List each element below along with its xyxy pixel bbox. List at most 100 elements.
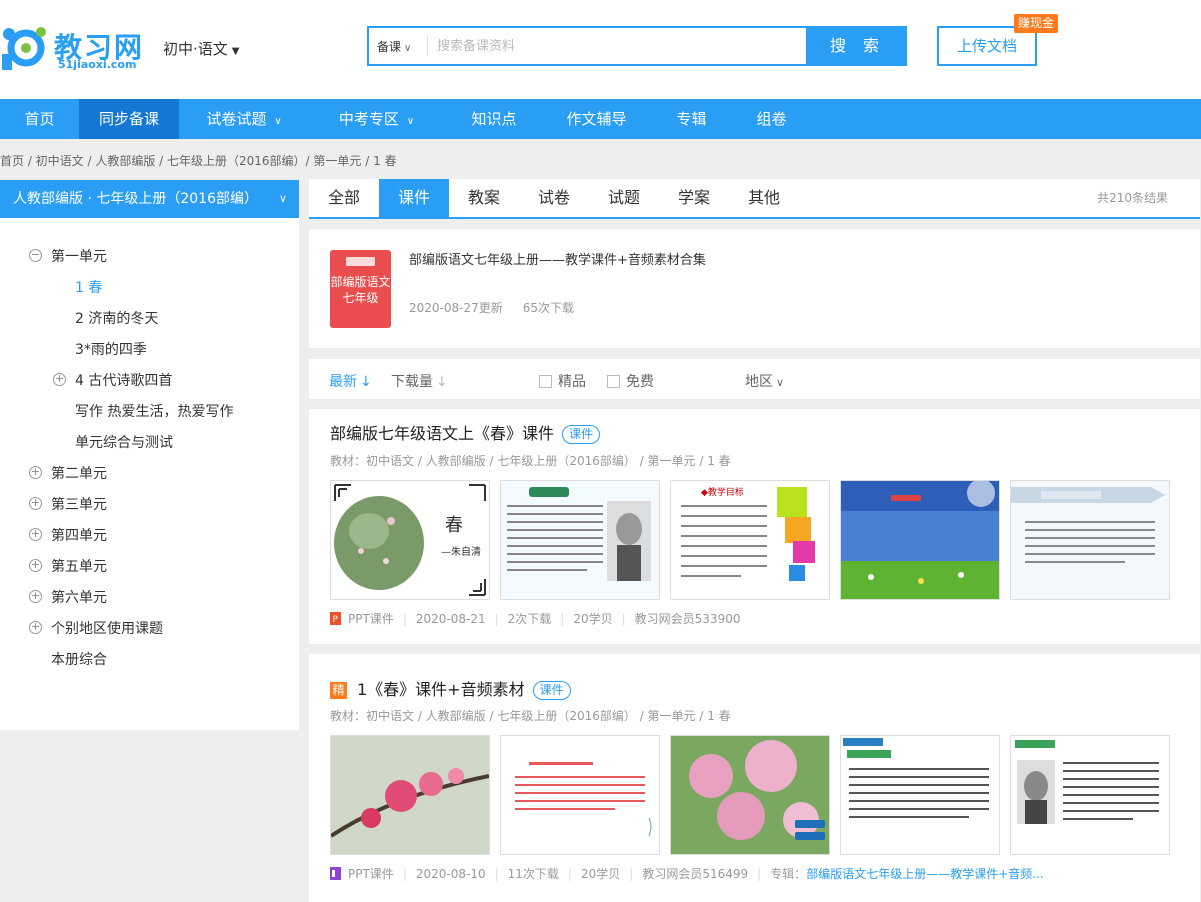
earn-cash-badge[interactable]: 赚现金 xyxy=(1014,14,1058,33)
album-title[interactable]: 部编版语文七年级上册——教学课件+音频素材合集 xyxy=(409,251,709,271)
result-tag: 课件 xyxy=(532,681,571,700)
thumbnail[interactable] xyxy=(500,735,660,855)
album-link[interactable]: 部编版语文七年级上册——教学课件+音频... xyxy=(806,867,1044,881)
search-button[interactable]: 搜 索 xyxy=(808,26,907,66)
tab-exam[interactable]: 试卷 xyxy=(519,179,589,217)
thumbnail[interactable]: ◆教学目标 xyxy=(670,480,830,600)
divider: | xyxy=(494,612,499,626)
checkbox-icon[interactable] xyxy=(607,375,620,388)
album-card[interactable]: 部编版语文七年级 部编版语文七年级上册——教学课件+音频素材合集 2020-08… xyxy=(309,229,1200,348)
tree-unit-3[interactable]: 第三单元 xyxy=(51,494,107,514)
search-type-dropdown[interactable]: 备课 ∨ xyxy=(377,38,411,55)
tab-lesson-plan[interactable]: 教案 xyxy=(449,179,519,217)
nav-label: 中考专区 xyxy=(338,110,399,128)
expand-icon[interactable]: + xyxy=(53,373,66,386)
album-meta: 2020-08-27更新 65次下载 xyxy=(409,299,574,316)
breadcrumb[interactable]: 首页 / 初中语文 / 人教部编版 / 七年级上册（2016部编）/ 第一单元 … xyxy=(0,152,397,169)
chevron-down-icon: ∨ xyxy=(406,116,415,127)
divider: | xyxy=(629,867,634,881)
arrow-down-icon: ↓ xyxy=(360,374,372,390)
expand-icon[interactable]: + xyxy=(29,497,42,510)
tree-unit-1[interactable]: 第一单元 xyxy=(51,246,107,266)
author-slide-preview xyxy=(501,481,659,599)
album-downloads: 65次下载 xyxy=(522,301,575,315)
nav-label: 作文辅导 xyxy=(566,110,627,128)
logo-icon[interactable] xyxy=(0,24,46,72)
thumbnail[interactable] xyxy=(1010,480,1170,600)
thumbnail[interactable] xyxy=(500,480,660,600)
nav-item-home[interactable]: 首页 xyxy=(0,99,79,139)
divider: | xyxy=(757,867,762,881)
tree-unit-test[interactable]: 单元综合与测试 xyxy=(75,432,173,452)
thumbnail[interactable] xyxy=(840,480,1000,600)
album-label: 专辑： xyxy=(770,867,807,881)
result-author[interactable]: 教习网会员533900 xyxy=(635,612,741,626)
tree-lesson-3[interactable]: 3*雨的四季 xyxy=(75,339,147,359)
tab-questions[interactable]: 试题 xyxy=(589,179,659,217)
sort-downloads[interactable]: 下载量 ↓ xyxy=(391,371,448,391)
nav-item-knowledge[interactable]: 知识点 xyxy=(444,99,544,139)
sidebar-header[interactable]: 人教部编版 · 七年级上册（2016部编） ∨ xyxy=(0,180,299,218)
result-title-row[interactable]: 精 1《春》课件+音频素材 课件 xyxy=(330,676,571,700)
tree-regional[interactable]: 个别地区使用课题 xyxy=(51,618,163,638)
tree-unit-4[interactable]: 第四单元 xyxy=(51,525,107,545)
filter-premium-label: 精品 xyxy=(558,374,586,390)
divider: | xyxy=(402,612,407,626)
tree-lesson-2[interactable]: 2 济南的冬天 xyxy=(75,308,158,328)
result-card: 精 1《春》课件+音频素材 课件 教材：初中语文 / 人教部编版 / 七年级上册（2… xyxy=(309,654,1200,902)
result-title[interactable]: 1《春》课件+音频素材 xyxy=(357,680,525,699)
filter-free[interactable]: 免费 xyxy=(607,371,654,391)
nav-item-zhongkao[interactable]: 中考专区 ∨ xyxy=(309,99,444,139)
tree-writing[interactable]: 写作 热爱生活，热爱写作 xyxy=(75,401,233,421)
thumbnail[interactable] xyxy=(1010,735,1170,855)
collapse-icon[interactable]: − xyxy=(29,249,42,262)
tree-lesson-1[interactable]: 1 春 xyxy=(75,277,102,297)
expand-icon[interactable]: + xyxy=(29,590,42,603)
expand-icon[interactable]: + xyxy=(29,466,42,479)
sort-latest[interactable]: 最新 ↓ xyxy=(329,371,372,391)
tree-unit-6[interactable]: 第六单元 xyxy=(51,587,107,607)
result-downloads: 2次下载 xyxy=(507,612,552,626)
tree-unit-2[interactable]: 第二单元 xyxy=(51,463,107,483)
arrow-down-icon: ↓ xyxy=(436,374,448,390)
thumbnail[interactable] xyxy=(330,735,490,855)
expand-icon[interactable]: + xyxy=(29,559,42,572)
nav-item-compose-paper[interactable]: 组卷 xyxy=(734,99,809,139)
album-cover[interactable]: 部编版语文七年级 xyxy=(330,250,391,328)
nav-item-exams[interactable]: 试卷试题 ∨ xyxy=(179,99,309,139)
slide-title: 春 xyxy=(445,515,463,536)
checkbox-icon[interactable] xyxy=(539,375,552,388)
tree-lesson-4[interactable]: 4 古代诗歌四首 xyxy=(75,370,172,390)
logo-domain: 51jiaoxi.com xyxy=(58,58,137,71)
search-box: 备课 ∨ xyxy=(367,26,808,66)
expand-icon[interactable]: + xyxy=(29,528,42,541)
divider: | xyxy=(567,867,572,881)
tree-book-review[interactable]: 本册综合 xyxy=(51,649,107,669)
thumbnail[interactable]: 春 —朱自清 xyxy=(330,480,490,600)
tab-study-guide[interactable]: 学案 xyxy=(659,179,729,217)
thumbnail[interactable] xyxy=(840,735,1000,855)
filter-region[interactable]: 地区 ∨ xyxy=(745,371,784,391)
subject-label: 初中·语文 xyxy=(163,40,228,58)
album-date: 2020-08-27更新 xyxy=(409,301,503,315)
resource-tabs: 全部 课件 教案 试卷 试题 学案 其他 共210条结果 xyxy=(309,179,1200,219)
filter-region-label: 地区 xyxy=(745,374,773,390)
filter-premium[interactable]: 精品 xyxy=(539,371,586,391)
tab-all[interactable]: 全部 xyxy=(309,179,379,217)
knowledge-slide-preview xyxy=(1015,740,1159,824)
expand-icon[interactable]: + xyxy=(29,621,42,634)
nav-item-writing[interactable]: 作文辅导 xyxy=(544,99,649,139)
nav-item-albums[interactable]: 专辑 xyxy=(649,99,734,139)
thumbnail[interactable] xyxy=(670,735,830,855)
result-title[interactable]: 部编版七年级语文上《春》课件 xyxy=(330,424,554,443)
divider: | xyxy=(560,612,565,626)
subject-selector[interactable]: 初中·语文 ▼ xyxy=(163,38,239,59)
result-title-row[interactable]: 部编版七年级语文上《春》课件 课件 xyxy=(330,420,601,444)
nav-item-sync-prep[interactable]: 同步备课 xyxy=(79,99,179,139)
result-author[interactable]: 教习网会员516499 xyxy=(642,867,748,881)
tab-courseware[interactable]: 课件 xyxy=(379,179,449,217)
nav-label: 首页 xyxy=(24,110,55,128)
tree-unit-5[interactable]: 第五单元 xyxy=(51,556,107,576)
tab-other[interactable]: 其他 xyxy=(729,179,799,217)
search-input[interactable] xyxy=(437,33,797,59)
